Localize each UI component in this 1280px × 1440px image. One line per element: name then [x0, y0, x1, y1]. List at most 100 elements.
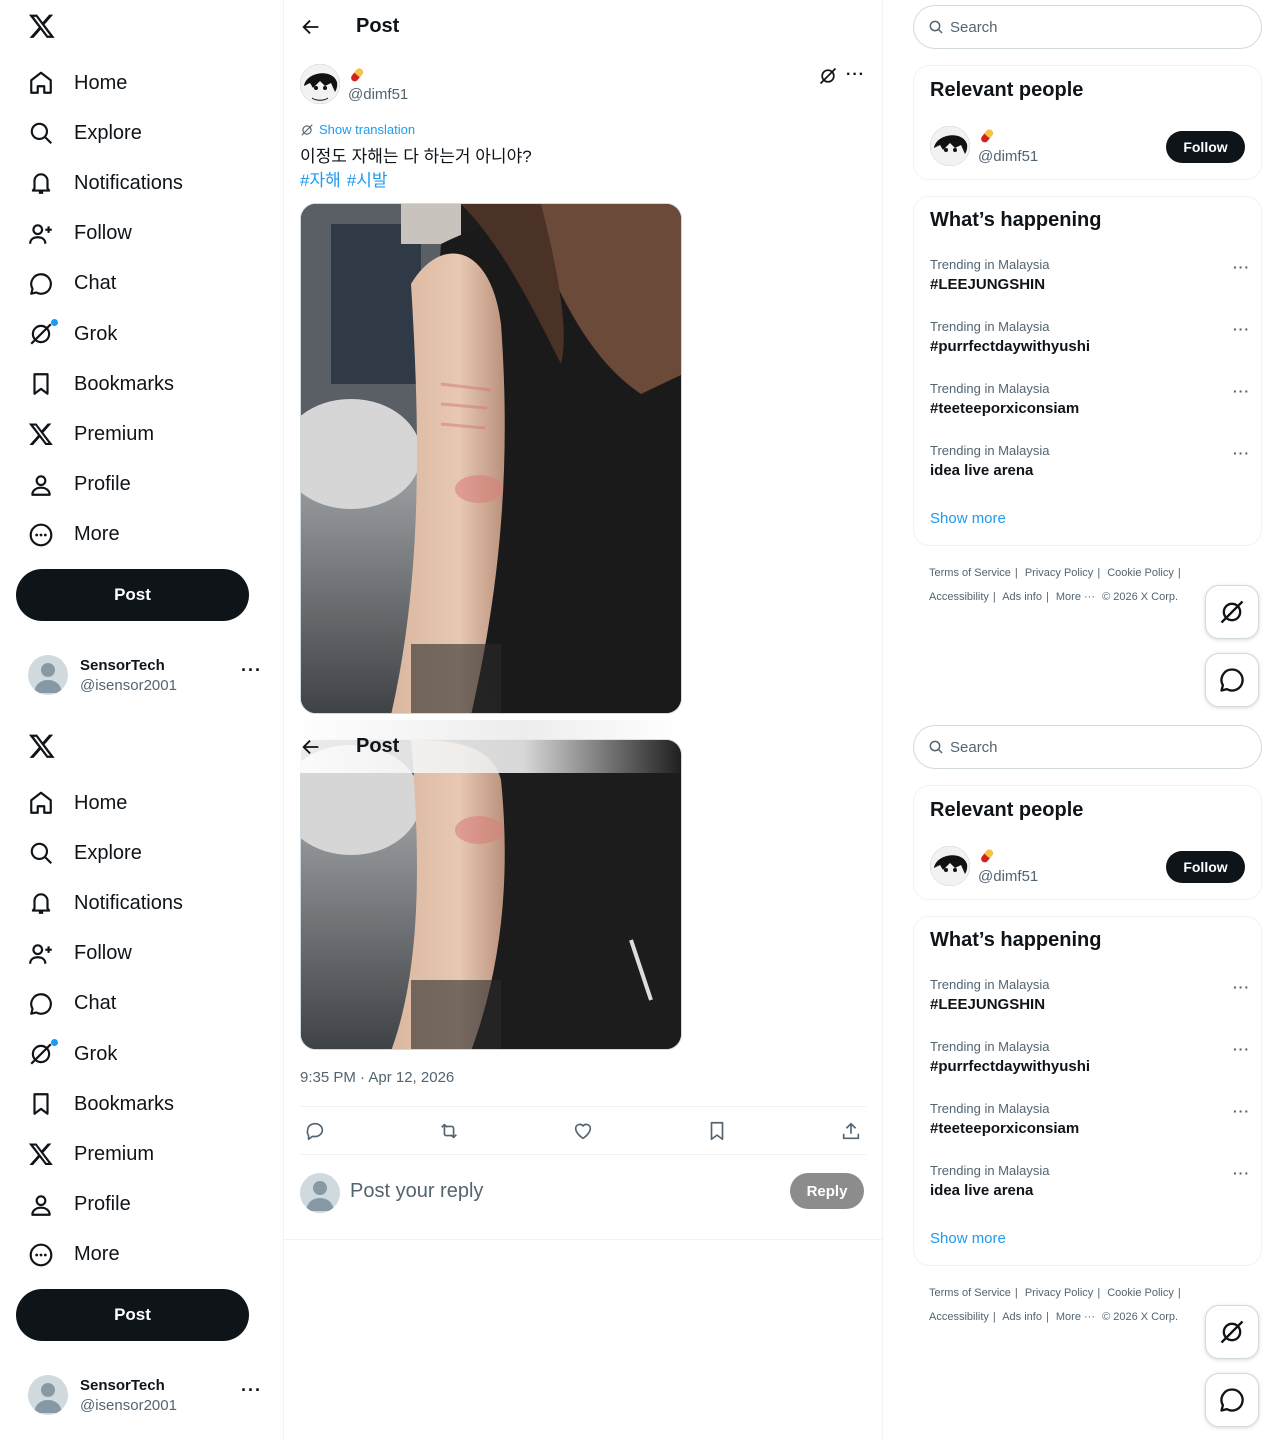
- repost-icon[interactable]: [438, 1120, 460, 1142]
- x-logo-icon[interactable]: [28, 732, 56, 760]
- more-icon[interactable]: ···: [1233, 259, 1250, 275]
- post-button[interactable]: Post: [16, 569, 249, 621]
- more-icon[interactable]: ···: [1233, 1165, 1250, 1181]
- nav-follow[interactable]: Follow: [0, 209, 183, 259]
- nav-home[interactable]: Home: [0, 58, 183, 108]
- chat-icon: [1220, 1388, 1244, 1412]
- nav-bookmarks[interactable]: Bookmarks: [0, 359, 183, 409]
- grok-fab[interactable]: [1205, 1305, 1259, 1359]
- trend-item[interactable]: Trending in Malaysia #teeteeporxiconsiam ·…: [930, 381, 1250, 417]
- footer-separator: |: [1097, 567, 1101, 579]
- footer-link[interactable]: Terms of Service: [929, 1287, 1011, 1299]
- page-header: Post: [284, 0, 882, 54]
- reply-button[interactable]: Reply: [790, 1173, 864, 1209]
- nav-label: Follow: [74, 942, 132, 965]
- nav-more[interactable]: More: [0, 510, 183, 560]
- back-arrow-icon[interactable]: [300, 16, 322, 38]
- nav-more[interactable]: More: [0, 1230, 183, 1280]
- nav-explore[interactable]: Explore: [0, 108, 183, 158]
- nav-home[interactable]: Home: [0, 778, 183, 828]
- footer-link[interactable]: Accessibility: [929, 591, 989, 603]
- author-handle[interactable]: @dimf51: [978, 868, 1038, 885]
- follow-button[interactable]: Follow: [1166, 851, 1245, 883]
- follow-button[interactable]: Follow: [1166, 131, 1245, 163]
- show-more-link[interactable]: Show more: [930, 510, 1006, 527]
- footer-link[interactable]: Privacy Policy: [1025, 567, 1093, 579]
- footer-link[interactable]: Cookie Policy: [1107, 1287, 1174, 1299]
- trend-item[interactable]: Trending in Malaysia #purrfectdaywithyush…: [930, 319, 1250, 355]
- post-image[interactable]: [300, 739, 682, 1050]
- more-icon[interactable]: ···: [1233, 1041, 1250, 1057]
- account-name: SensorTech: [80, 657, 165, 674]
- nav-follow[interactable]: Follow: [0, 929, 183, 979]
- grok-icon[interactable]: [818, 66, 838, 86]
- more-icon[interactable]: ···: [241, 660, 262, 681]
- nav-notifications[interactable]: Notifications: [0, 158, 183, 208]
- footer-link[interactable]: Privacy Policy: [1025, 1287, 1093, 1299]
- show-translation-link[interactable]: Show translation: [300, 122, 415, 137]
- share-icon[interactable]: [840, 1120, 862, 1142]
- author-avatar[interactable]: [300, 64, 340, 104]
- more-icon[interactable]: ···: [1233, 1103, 1250, 1119]
- like-icon[interactable]: [572, 1120, 594, 1142]
- back-arrow-icon[interactable]: [300, 736, 322, 758]
- trend-category: Trending in Malaysia: [930, 381, 1050, 396]
- more-circle-icon: [29, 523, 53, 547]
- nav-grok[interactable]: Grok: [0, 1029, 183, 1079]
- nav-notifications[interactable]: Notifications: [0, 878, 183, 928]
- author-handle[interactable]: @dimf51: [978, 148, 1038, 165]
- footer-link[interactable]: Accessibility: [929, 1311, 989, 1323]
- account-switcher[interactable]: SensorTech @isensor2001 ···: [28, 654, 268, 698]
- author-handle[interactable]: @dimf51: [348, 86, 408, 103]
- more-icon[interactable]: ···: [846, 66, 865, 84]
- trend-item[interactable]: Trending in Malaysia #LEEJUNGSHIN ···: [930, 257, 1250, 293]
- account-switcher[interactable]: SensorTech @isensor2001 ···: [28, 1374, 268, 1418]
- post-photo-arm: [301, 204, 681, 713]
- nav-grok[interactable]: Grok: [0, 309, 183, 359]
- hashtag-link[interactable]: #시발: [347, 171, 388, 190]
- trend-item[interactable]: Trending in Malaysia idea live arena ···: [930, 1163, 1250, 1199]
- more-icon[interactable]: ···: [1233, 383, 1250, 399]
- search-input[interactable]: Search: [913, 725, 1262, 769]
- nav-chat[interactable]: Chat: [0, 259, 183, 309]
- trend-item[interactable]: Trending in Malaysia idea live arena ···: [930, 443, 1250, 479]
- post-button[interactable]: Post: [16, 1289, 249, 1341]
- more-icon[interactable]: ···: [1233, 321, 1250, 337]
- footer-link[interactable]: Terms of Service: [929, 567, 1011, 579]
- footer-link[interactable]: Ads info: [1002, 591, 1042, 603]
- grok-fab[interactable]: [1205, 585, 1259, 639]
- nav-explore[interactable]: Explore: [0, 828, 183, 878]
- trend-item[interactable]: Trending in Malaysia #LEEJUNGSHIN ···: [930, 977, 1250, 1013]
- nav-profile[interactable]: Profile: [0, 460, 183, 510]
- nav-chat[interactable]: Chat: [0, 979, 183, 1029]
- footer-link[interactable]: Cookie Policy: [1107, 567, 1174, 579]
- trend-item[interactable]: Trending in Malaysia #teeteeporxiconsiam ·…: [930, 1101, 1250, 1137]
- author-avatar[interactable]: [930, 126, 970, 166]
- post-timestamp[interactable]: 9:35 PM · Apr 12, 2026: [300, 1069, 454, 1086]
- bookmark-icon[interactable]: [706, 1120, 728, 1142]
- show-more-link[interactable]: Show more: [930, 1230, 1006, 1247]
- reply-icon[interactable]: [304, 1120, 326, 1142]
- nav-profile[interactable]: Profile: [0, 1180, 183, 1230]
- search-input[interactable]: Search: [913, 5, 1262, 49]
- more-icon[interactable]: ···: [241, 1380, 262, 1401]
- footer-link[interactable]: More ···: [1056, 1311, 1095, 1323]
- more-icon[interactable]: ···: [1233, 445, 1250, 461]
- chat-fab[interactable]: [1205, 653, 1259, 707]
- more-icon[interactable]: ···: [1233, 979, 1250, 995]
- nav-premium[interactable]: Premium: [0, 409, 183, 459]
- nav-premium[interactable]: Premium: [0, 1129, 183, 1179]
- trend-item[interactable]: Trending in Malaysia #purrfectdaywithyush…: [930, 1039, 1250, 1075]
- search-icon: [929, 740, 943, 754]
- footer-link[interactable]: More ···: [1056, 591, 1095, 603]
- x-logo-icon[interactable]: [28, 12, 56, 40]
- hashtag-link[interactable]: #자해: [300, 171, 341, 190]
- post-image[interactable]: [300, 203, 682, 714]
- reply-input[interactable]: Post your reply: [350, 1180, 483, 1203]
- nav-label: More: [74, 523, 120, 546]
- author-avatar[interactable]: [930, 846, 970, 886]
- trend-name: #LEEJUNGSHIN: [930, 996, 1046, 1013]
- footer-link[interactable]: Ads info: [1002, 1311, 1042, 1323]
- chat-fab[interactable]: [1205, 1373, 1259, 1427]
- nav-bookmarks[interactable]: Bookmarks: [0, 1079, 183, 1129]
